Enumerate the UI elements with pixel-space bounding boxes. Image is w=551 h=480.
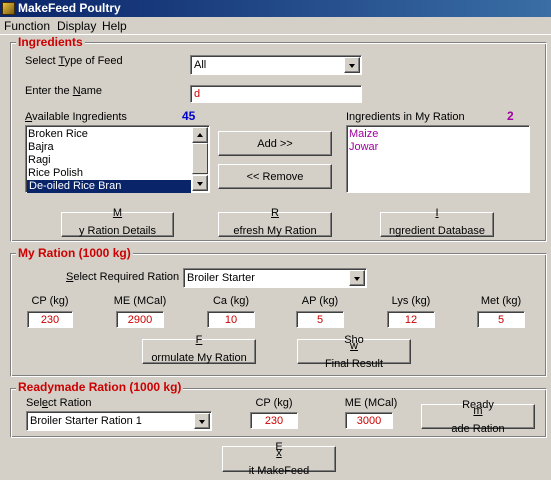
ingredients-group-title: Ingredients xyxy=(16,35,85,49)
chevron-down-icon xyxy=(197,182,203,186)
show-final-result-label: Sho w Final Result xyxy=(324,333,384,370)
required-ration-dropdown-button[interactable] xyxy=(349,270,365,286)
required-ration-label: Select Required Ration xyxy=(66,271,180,283)
lys-value: 12 xyxy=(404,314,418,326)
my-ration-details-button[interactable]: My Ration Details xyxy=(61,206,174,237)
name-label: Enter the Name xyxy=(25,85,103,97)
menu-bar: Function Display Help xyxy=(0,17,551,35)
list-scrollbar[interactable] xyxy=(192,127,208,191)
formulate-my-ration-label: Formulate My Ration xyxy=(151,333,247,364)
readymade-cp-input[interactable]: 230 xyxy=(250,412,298,429)
available-count: 45 xyxy=(182,109,196,123)
my-ration-details-label: My Ration Details xyxy=(78,206,157,237)
ap-label: AP (kg) xyxy=(301,295,339,307)
formulate-my-ration-button[interactable]: Formulate My Ration xyxy=(142,333,256,364)
me-input[interactable]: 2900 xyxy=(116,311,164,328)
add-button[interactable]: Add >> xyxy=(218,131,332,156)
app-icon xyxy=(2,2,15,15)
cp-label: CP (kg) xyxy=(31,295,69,307)
chevron-down-icon xyxy=(199,420,205,424)
required-ration-select[interactable]: Broiler Starter xyxy=(183,268,367,288)
readymade-me-input[interactable]: 3000 xyxy=(345,412,393,429)
window-title: MakeFeed Poultry xyxy=(18,1,121,15)
ca-value: 10 xyxy=(224,314,238,326)
menu-function[interactable]: Function xyxy=(4,19,50,33)
list-item[interactable]: Jowar xyxy=(349,141,378,154)
show-final-result-button[interactable]: Sho w Final Result xyxy=(297,334,411,370)
refresh-my-ration-label: Refresh My Ration xyxy=(233,206,317,237)
met-label: Met (kg) xyxy=(480,295,522,307)
list-item[interactable]: Rice Polish xyxy=(28,167,83,180)
met-input[interactable]: 5 xyxy=(477,311,525,328)
remove-button-label: << Remove xyxy=(246,170,304,183)
my-ration-ingredients-list[interactable]: Maize Jowar xyxy=(346,125,530,193)
readymade-ration-group-title: Readymade Ration (1000 kg) xyxy=(16,380,184,394)
my-ration-group-title: My Ration (1000 kg) xyxy=(16,246,133,260)
ca-input[interactable]: 10 xyxy=(207,311,255,328)
ap-input[interactable]: 5 xyxy=(296,311,344,328)
title-bar[interactable]: MakeFeed Poultry xyxy=(0,0,551,17)
readymade-ration-select[interactable]: Broiler Starter Ration 1 xyxy=(26,411,212,431)
cp-value: 230 xyxy=(40,314,60,326)
readymade-me-value: 3000 xyxy=(356,415,382,427)
list-item[interactable]: Bajra xyxy=(28,141,54,154)
readymade-ration-button[interactable]: Ready m ade Ration xyxy=(421,399,535,435)
select-ration-label: Select Ration xyxy=(26,397,92,409)
cp-input[interactable]: 230 xyxy=(27,311,73,328)
feed-type-value: All xyxy=(194,59,207,71)
readymade-ration-button-label: Ready m ade Ration xyxy=(451,398,505,435)
add-button-label: Add >> xyxy=(257,137,293,150)
available-ingredients-label: Available Ingredients xyxy=(25,111,127,123)
ap-value: 5 xyxy=(316,314,324,326)
list-item-selected[interactable]: De-oiled Rice Bran xyxy=(27,180,191,193)
chevron-down-icon xyxy=(354,277,360,281)
remove-button[interactable]: << Remove xyxy=(218,164,332,189)
feed-type-label: Select Type of Feed xyxy=(25,55,123,67)
scroll-down-button[interactable] xyxy=(192,175,208,191)
required-ration-value: Broiler Starter xyxy=(187,272,255,284)
feed-type-select[interactable]: All xyxy=(190,55,362,75)
my-ration-count: 2 xyxy=(507,109,514,123)
list-item[interactable]: Maize xyxy=(349,128,378,141)
exit-button-label: Ex it MakeFeed xyxy=(248,441,310,477)
readymade-cp-label: CP (kg) xyxy=(255,397,293,409)
name-search-value: d xyxy=(194,88,201,100)
available-ingredients-list[interactable]: Broken Rice Bajra Ragi Rice Polish De-oi… xyxy=(25,125,210,193)
chevron-down-icon xyxy=(349,64,355,68)
refresh-my-ration-button[interactable]: Refresh My Ration xyxy=(218,206,332,237)
me-value: 2900 xyxy=(127,314,153,326)
readymade-me-label: ME (MCal) xyxy=(344,397,398,409)
scroll-up-button[interactable] xyxy=(192,127,208,143)
met-value: 5 xyxy=(497,314,505,326)
menu-display[interactable]: Display xyxy=(57,19,96,33)
chevron-up-icon xyxy=(197,133,203,137)
readymade-cp-value: 230 xyxy=(264,415,284,427)
lys-label: Lys (kg) xyxy=(391,295,431,307)
readymade-ration-dropdown-button[interactable] xyxy=(194,413,210,429)
my-ration-ingredients-label: Ingredients in My Ration xyxy=(346,111,465,123)
ingredient-database-label: Ingredient Database xyxy=(388,206,485,237)
exit-button[interactable]: Ex it MakeFeed xyxy=(222,441,336,477)
scroll-thumb[interactable] xyxy=(192,143,208,174)
list-item[interactable]: Broken Rice xyxy=(28,128,88,141)
list-item[interactable]: Ragi xyxy=(28,154,51,167)
me-label: ME (MCal) xyxy=(113,295,167,307)
lys-input[interactable]: 12 xyxy=(387,311,435,328)
readymade-ration-value: Broiler Starter Ration 1 xyxy=(30,415,142,427)
feed-type-dropdown-button[interactable] xyxy=(344,57,360,73)
menu-help[interactable]: Help xyxy=(102,19,127,33)
ca-label: Ca (kg) xyxy=(212,295,250,307)
ingredient-database-button[interactable]: Ingredient Database xyxy=(380,206,494,237)
name-search-input[interactable]: d xyxy=(190,85,362,103)
